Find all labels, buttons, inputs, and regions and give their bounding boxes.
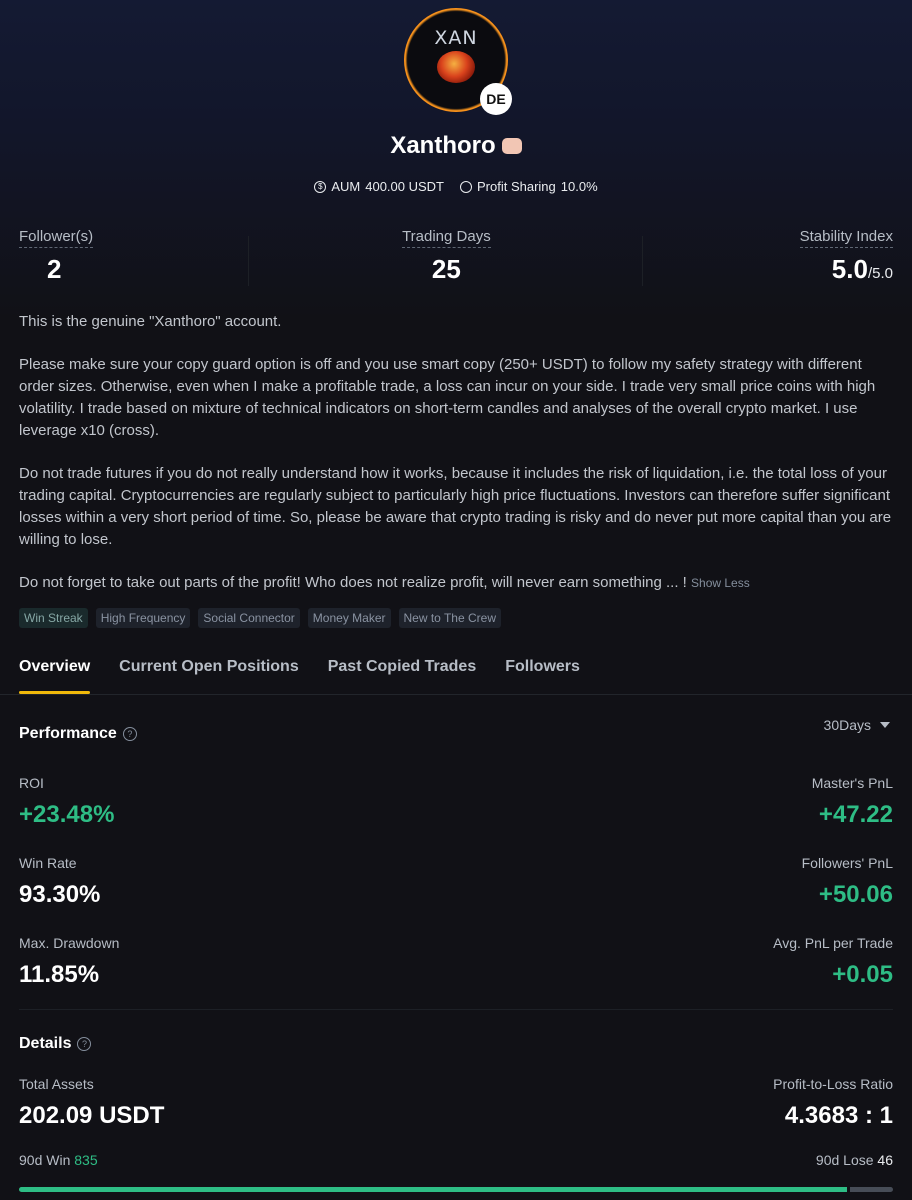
avg-pnl-value: +0.05 xyxy=(832,961,893,988)
tab-followers[interactable]: Followers xyxy=(505,648,580,694)
followers-label[interactable]: Follower(s) xyxy=(19,228,94,248)
aum-value: 400.00 USDT xyxy=(365,179,444,194)
lose-label: 90d Lose xyxy=(815,1152,874,1168)
avatar-text: XAN xyxy=(434,27,478,49)
details-title: Details ? xyxy=(19,1035,92,1053)
period-value: 30Days xyxy=(823,717,871,733)
description-paragraph: Do not trade futures if you do not reall… xyxy=(19,465,892,548)
win-lose-row: 90d Win 835 90d Lose 46 xyxy=(19,1152,893,1168)
stat-trading-days: Trading Days 25 xyxy=(402,228,491,290)
followers-pnl-label: Followers' PnL xyxy=(801,855,893,871)
aum-label: AUM xyxy=(331,179,361,194)
description-paragraph: Do not forget to take out parts of the p… xyxy=(19,574,687,591)
planet-icon xyxy=(437,51,475,83)
stat-followers: Follower(s) 2 xyxy=(19,228,94,290)
section-divider xyxy=(19,1009,893,1010)
metric-avg-pnl: Avg. PnL per Trade +0.05 xyxy=(463,935,893,989)
country-badge: DE xyxy=(480,83,512,115)
max-drawdown-label: Max. Drawdown xyxy=(19,935,120,951)
description-paragraph-last: Do not forget to take out parts of the p… xyxy=(19,572,893,594)
description-paragraph: Please make sure your copy guard option … xyxy=(19,356,876,439)
metric-followers-pnl: Followers' PnL +50.06 xyxy=(463,855,893,909)
details-title-text: Details xyxy=(19,1035,72,1052)
roi-value: +23.48% xyxy=(19,801,115,828)
stats-row: Follower(s) 2 Trading Days 25 Stability … xyxy=(19,228,893,290)
trader-name: Xanthoro xyxy=(390,132,496,159)
profit-sharing-value: 10.0% xyxy=(560,179,598,194)
trader-description: This is the genuine "Xanthoro" account. … xyxy=(19,311,893,615)
tag-new-to-the-crew[interactable]: New to The Crew xyxy=(398,608,501,628)
win-rate-value: 93.30% xyxy=(19,881,101,908)
profile-name-row: Xanthoro xyxy=(0,132,912,160)
win-bar-segment xyxy=(19,1187,848,1192)
profit-sharing-item: Profit Sharing 10.0% xyxy=(460,179,598,194)
followers-pnl-value: +50.06 xyxy=(818,881,893,908)
show-less-link[interactable]: Show Less xyxy=(691,576,750,590)
masters-pnl-value: +47.22 xyxy=(818,801,893,828)
tag-high-frequency[interactable]: High Frequency xyxy=(95,608,191,628)
stability-score: 5.0 xyxy=(831,254,868,284)
avatar: XAN DE xyxy=(404,8,512,115)
metric-max-drawdown: Max. Drawdown 11.85% xyxy=(19,935,449,989)
trading-days-value: 25 xyxy=(431,254,461,284)
description-paragraph: This is the genuine "Xanthoro" account. xyxy=(19,313,282,330)
metric-total-assets: Total Assets 202.09 USDT xyxy=(19,1076,449,1130)
tab-past-copied-trades[interactable]: Past Copied Trades xyxy=(328,648,477,694)
pl-ratio-value: 4.3683 : 1 xyxy=(784,1102,893,1129)
followers-value: 2 xyxy=(47,254,62,284)
tag-social-connector[interactable]: Social Connector xyxy=(198,608,300,628)
metric-pl-ratio: Profit-to-Loss Ratio 4.3683 : 1 xyxy=(463,1076,893,1130)
total-assets-value: 202.09 USDT xyxy=(19,1102,165,1129)
win-count: 90d Win 835 xyxy=(19,1152,98,1168)
profit-sharing-label: Profit Sharing xyxy=(477,179,556,194)
tag-list: Win Streak High Frequency Social Connect… xyxy=(19,608,501,628)
aum-item: $ AUM 400.00 USDT xyxy=(314,179,444,194)
help-icon[interactable]: ? xyxy=(77,1037,92,1051)
trader-level-badge-icon[interactable] xyxy=(501,138,522,154)
metric-roi: ROI +23.48% xyxy=(19,775,449,829)
stat-stability-index: Stability Index 5.0/5.0 xyxy=(799,228,893,290)
win-value: 835 xyxy=(74,1152,98,1168)
win-lose-bar xyxy=(19,1187,893,1192)
dollar-icon: $ xyxy=(314,180,327,193)
profile-meta: $ AUM 400.00 USDT Profit Sharing 10.0% xyxy=(0,179,912,194)
tab-bar: Overview Current Open Positions Past Cop… xyxy=(0,648,912,695)
period-selector[interactable]: 30Days xyxy=(824,717,890,733)
tab-overview[interactable]: Overview xyxy=(19,648,91,694)
divider xyxy=(642,236,643,286)
win-rate-label: Win Rate xyxy=(19,855,77,871)
lose-bar-segment xyxy=(850,1187,893,1192)
pl-ratio-label: Profit-to-Loss Ratio xyxy=(773,1076,893,1092)
tag-win-streak[interactable]: Win Streak xyxy=(19,608,88,628)
lose-value: 46 xyxy=(877,1152,893,1168)
performance-title: Performance ? xyxy=(19,725,137,743)
stability-label[interactable]: Stability Index xyxy=(799,228,893,248)
lose-count: 90d Lose 46 xyxy=(816,1152,893,1168)
tag-money-maker[interactable]: Money Maker xyxy=(307,608,391,628)
total-assets-label: Total Assets xyxy=(19,1076,94,1092)
stability-max: /5.0 xyxy=(867,265,893,282)
tab-current-open-positions[interactable]: Current Open Positions xyxy=(119,648,299,694)
trading-days-label[interactable]: Trading Days xyxy=(402,228,491,248)
performance-title-text: Performance xyxy=(19,725,117,742)
metric-win-rate: Win Rate 93.30% xyxy=(19,855,449,909)
win-label: 90d Win xyxy=(19,1152,71,1168)
help-icon[interactable]: ? xyxy=(122,727,137,741)
roi-label: ROI xyxy=(19,775,44,791)
metric-masters-pnl: Master's PnL +47.22 xyxy=(463,775,893,829)
divider xyxy=(248,236,249,286)
caret-down-icon xyxy=(880,722,890,728)
avg-pnl-label: Avg. PnL per Trade xyxy=(773,935,893,951)
stability-value: 5.0/5.0 xyxy=(832,254,893,285)
masters-pnl-label: Master's PnL xyxy=(811,775,893,791)
max-drawdown-value: 11.85% xyxy=(19,961,100,988)
pie-chart-icon xyxy=(460,180,472,193)
